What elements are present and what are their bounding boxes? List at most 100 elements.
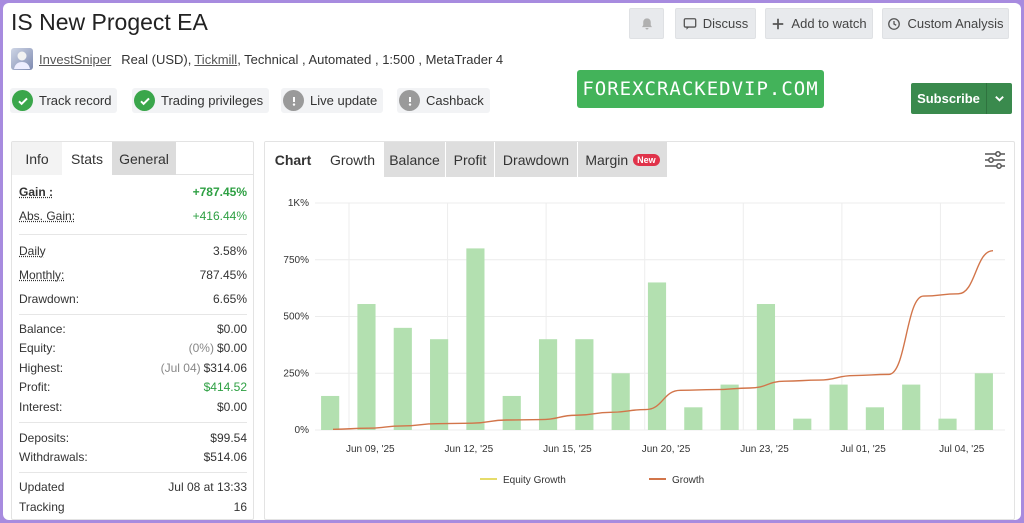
stat-drawdown: Drawdown: 6.65% bbox=[19, 290, 247, 308]
stat-highest: Highest: (Jul 04) $314.06 bbox=[19, 359, 247, 377]
bar bbox=[974, 373, 993, 430]
username-link[interactable]: InvestSniper bbox=[39, 52, 111, 67]
stat-value: +416.44% bbox=[192, 209, 247, 223]
tab-balance[interactable]: Balance bbox=[384, 142, 446, 177]
stat-value: 6.65% bbox=[212, 292, 247, 306]
x-tick-label: Jun 09, '25 bbox=[346, 444, 395, 455]
stat-deposits: Deposits: $99.54 bbox=[19, 429, 247, 447]
discuss-button[interactable]: Discuss bbox=[675, 8, 756, 39]
tab-chart[interactable]: Chart bbox=[265, 142, 322, 177]
bar bbox=[502, 395, 521, 430]
clock-icon bbox=[888, 17, 901, 30]
page-title: IS New Progect EA bbox=[11, 9, 208, 35]
stat-equity: Equity: (0%) $0.00 bbox=[19, 339, 247, 357]
avatar[interactable] bbox=[11, 48, 33, 70]
bar bbox=[430, 339, 449, 430]
tab-growth[interactable]: Growth bbox=[322, 142, 384, 177]
page-frame: IS New Progect EA Discuss Add to watch C… bbox=[3, 3, 1021, 520]
stat-note: (0%) bbox=[188, 341, 214, 355]
divider bbox=[19, 234, 247, 235]
chart-tabs: Chart Growth Balance Profit Drawdown Mar… bbox=[265, 142, 668, 177]
bar bbox=[793, 418, 812, 430]
x-tick-label: Jun 20, '25 bbox=[642, 444, 691, 455]
bar bbox=[575, 339, 594, 430]
subscribe-label: Subscribe bbox=[917, 91, 980, 106]
check-icon bbox=[134, 90, 155, 111]
stat-profit: Profit: $414.52 bbox=[19, 378, 247, 396]
chart-panel: Chart Growth Balance Profit Drawdown Mar… bbox=[264, 141, 1015, 520]
stat-label[interactable]: Gain : bbox=[19, 185, 53, 199]
stat-label[interactable]: Abs. Gain: bbox=[19, 209, 75, 223]
tab-profit[interactable]: Profit bbox=[446, 142, 495, 177]
custom-analysis-label: Custom Analysis bbox=[907, 16, 1004, 31]
badge-track-record[interactable]: Track record bbox=[10, 88, 118, 113]
stat-note: (Jul 04) bbox=[160, 361, 201, 375]
badge-label: Cashback bbox=[426, 93, 484, 108]
divider bbox=[19, 472, 247, 473]
broker-link[interactable]: Tickmill bbox=[194, 52, 237, 67]
stat-label[interactable]: Daily bbox=[19, 244, 46, 258]
tab-stats[interactable]: Stats bbox=[62, 142, 112, 175]
stat-updated: Updated Jul 08 at 13:33 bbox=[19, 478, 247, 496]
divider bbox=[19, 314, 247, 315]
y-tick-label: 250% bbox=[283, 368, 309, 379]
avatar-image bbox=[14, 51, 30, 69]
stat-label: Drawdown: bbox=[19, 292, 80, 306]
legend-label-growth: Growth bbox=[672, 475, 704, 486]
legend-label-equity-growth: Equity Growth bbox=[503, 475, 566, 486]
bar bbox=[865, 407, 884, 430]
bar bbox=[938, 418, 957, 430]
add-to-watch-label: Add to watch bbox=[791, 16, 867, 31]
stat-value: 3.58% bbox=[212, 244, 247, 258]
bar bbox=[647, 282, 667, 430]
tab-margin[interactable]: Margin New bbox=[578, 142, 668, 177]
stat-label: Interest: bbox=[19, 400, 63, 414]
bar bbox=[829, 384, 848, 430]
check-icon bbox=[12, 90, 33, 111]
stat-value: +787.45% bbox=[192, 185, 247, 199]
notify-button[interactable] bbox=[629, 8, 664, 39]
y-tick-label: 750% bbox=[283, 255, 309, 266]
stat-balance: Balance: $0.00 bbox=[19, 320, 247, 338]
y-tick-label: 1K% bbox=[288, 198, 309, 209]
bell-icon bbox=[641, 17, 652, 30]
stat-label[interactable]: Monthly: bbox=[19, 268, 64, 282]
stat-label: Equity: bbox=[19, 341, 56, 355]
x-tick-label: Jun 15, '25 bbox=[543, 444, 592, 455]
bar bbox=[611, 373, 630, 430]
stat-withdrawals: Withdrawals: $514.06 bbox=[19, 448, 247, 466]
bar bbox=[357, 304, 376, 430]
new-badge: New bbox=[633, 153, 660, 166]
stat-monthly: Monthly: 787.45% bbox=[19, 266, 247, 284]
stat-gain: Gain : +787.45% bbox=[19, 183, 247, 201]
bar bbox=[466, 248, 485, 430]
bar bbox=[684, 407, 703, 430]
account-details: , Technical , Automated , 1:500 , MetaTr… bbox=[237, 51, 504, 67]
badge-trading-privileges[interactable]: Trading privileges bbox=[132, 88, 270, 113]
tab-info[interactable]: Info bbox=[12, 142, 62, 175]
stat-value: Jul 08 at 13:33 bbox=[168, 480, 247, 494]
watermark-banner: FOREXCRACKEDVIP.COM bbox=[577, 70, 824, 108]
bar bbox=[538, 339, 558, 430]
bar bbox=[720, 384, 739, 430]
stat-label: Updated bbox=[19, 480, 65, 494]
account-type: Real (USD), bbox=[121, 51, 192, 67]
custom-analysis-button[interactable]: Custom Analysis bbox=[882, 8, 1009, 39]
chat-icon bbox=[683, 17, 697, 30]
account-subline: InvestSniper Real (USD), Tickmill , Tech… bbox=[11, 48, 503, 70]
tab-margin-label: Margin bbox=[585, 151, 629, 168]
subscribe-button[interactable]: Subscribe bbox=[911, 83, 1012, 114]
tab-general[interactable]: General bbox=[112, 142, 176, 175]
badge-label: Trading privileges bbox=[161, 93, 264, 108]
badge-cashback[interactable]: Cashback bbox=[397, 88, 490, 113]
stats-panel: Info Stats General Gain : +787.45% Abs. … bbox=[11, 141, 254, 520]
badge-label: Live update bbox=[310, 93, 378, 108]
filter-settings-icon[interactable] bbox=[984, 151, 1006, 169]
bar bbox=[393, 327, 412, 430]
plus-icon bbox=[773, 18, 784, 29]
tab-drawdown[interactable]: Drawdown bbox=[495, 142, 578, 177]
chevron-down-icon[interactable] bbox=[986, 83, 1012, 114]
stat-value: $514.06 bbox=[203, 450, 247, 464]
add-to-watch-button[interactable]: Add to watch bbox=[765, 8, 873, 39]
badge-live-update[interactable]: Live update bbox=[281, 88, 384, 113]
